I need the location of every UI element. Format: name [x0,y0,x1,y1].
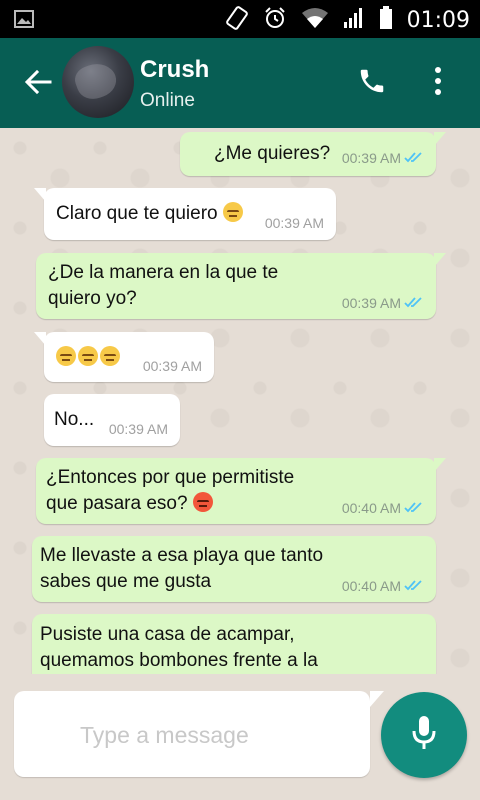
vibrate-icon [225,5,249,36]
message-bubble[interactable]: Claro que te quiero 00:39 AM [34,188,336,240]
back-arrow-icon[interactable] [24,68,52,101]
message-time: 00:40 AM [341,500,401,516]
message-text-line: sabes que me gusta [40,571,212,592]
avatar[interactable] [62,46,134,118]
message-text: ¿Me quieres? [214,143,331,164]
double-check-icon [404,573,424,599]
composer-bar [0,674,480,800]
angry-emoji [192,492,213,512]
phone-icon[interactable] [357,66,387,101]
status-bar: 01:09 [0,0,480,38]
message-text: Claro que te quiero [56,203,218,224]
message-text-line: quiero yo? [48,288,137,309]
message-time: 00:40 AM [341,578,401,594]
message-time: 00:39 AM [341,295,401,311]
mic-button[interactable] [381,692,467,778]
message-bubble[interactable]: Pusiste una casa de acampar, quemamos bo… [32,614,436,674]
message-bubble[interactable]: 00:39 AM [34,332,214,382]
chat-area[interactable]: ¿Me quieres? 00:39 AM Claro que te quier… [0,128,480,674]
message-text-line: Pusiste una casa de acampar, [40,624,295,645]
double-check-icon [404,495,424,521]
chat-header: Crush Online [0,38,480,128]
double-check-icon [404,290,424,316]
picture-icon [14,10,34,33]
unamused-emoji [222,202,243,222]
double-check-icon [404,145,424,171]
unamused-emoji [100,346,120,366]
message-text-line: quemamos bombones frente a la [40,650,318,671]
microphone-icon [411,715,437,756]
unamused-emoji [78,346,98,366]
more-vert-icon[interactable] [433,66,443,101]
message-bubble[interactable]: ¿Me quieres? 00:39 AM [180,132,446,176]
battery-icon [379,6,393,35]
message-text: No... [54,409,95,430]
alarm-icon [263,6,287,35]
message-text-line: Me llevaste a esa playa que tanto [40,545,324,566]
message-text-line: ¿De la manera en la que te [48,262,279,283]
message-input[interactable] [78,691,362,779]
wifi-icon [301,7,329,34]
message-bubble[interactable]: No... 00:39 AM [44,394,180,446]
message-time: 00:39 AM [142,358,202,374]
message-bubble[interactable]: ¿Entonces por que permitiste que pasara … [36,458,446,524]
message-bubble[interactable]: ¿De la manera en la que te quiero yo? 00… [36,253,446,319]
unamused-emoji [56,346,76,366]
message-text-line: que pasara eso? [46,493,188,514]
contact-name[interactable]: Crush [140,56,209,84]
signal-icon [343,7,365,34]
contact-status: Online [140,90,195,111]
message-bubble[interactable]: Me llevaste a esa playa que tanto sabes … [32,536,436,602]
message-text-line: ¿Entonces por que permitiste [46,467,295,488]
message-input-container[interactable] [14,691,370,779]
message-time: 00:39 AM [108,421,168,437]
status-time: 01:09 [406,8,470,33]
message-time: 00:39 AM [341,150,401,166]
message-time: 00:39 AM [264,215,324,231]
